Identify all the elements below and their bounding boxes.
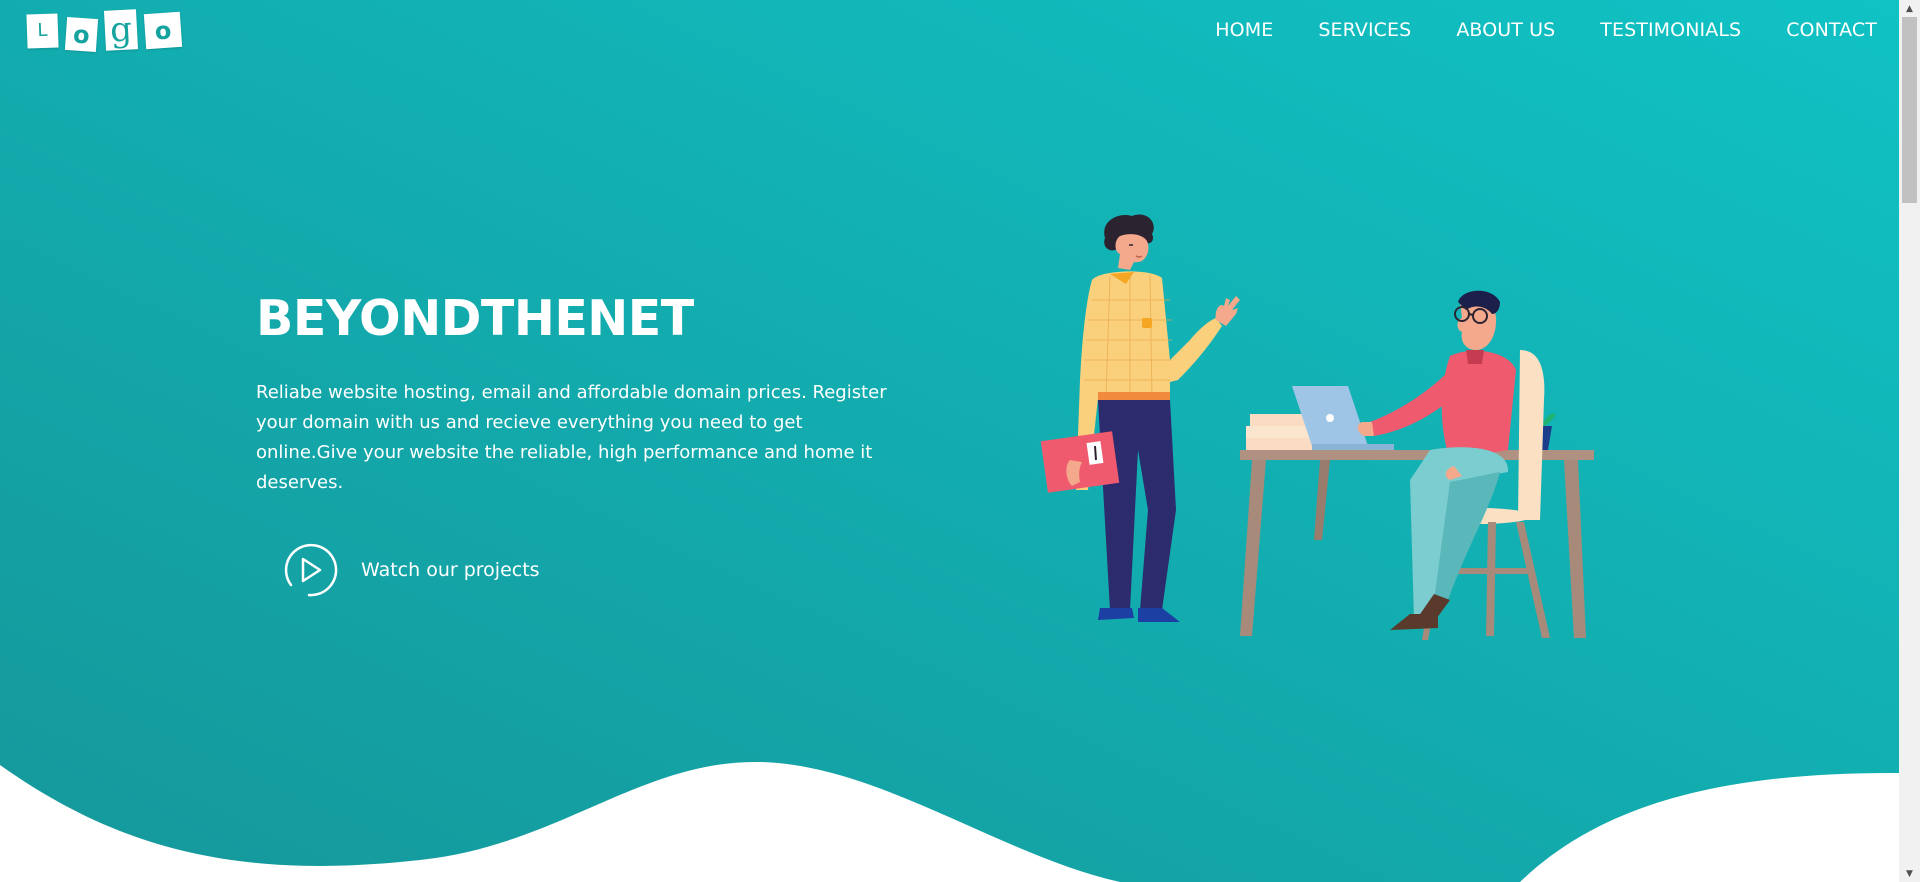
logo-letter: L bbox=[26, 13, 59, 49]
watch-projects-button[interactable]: Watch our projects bbox=[279, 540, 540, 600]
scroll-down-arrow-icon[interactable]: ▼ bbox=[1899, 865, 1920, 882]
play-circle-icon bbox=[284, 543, 338, 597]
nav-item-home[interactable]: HOME bbox=[1215, 19, 1273, 41]
scroll-up-arrow-icon[interactable]: ▲ bbox=[1899, 0, 1920, 17]
main-nav: HOME SERVICES ABOUT US TESTIMONIALS CONT… bbox=[1215, 19, 1877, 41]
scroll-thumb[interactable] bbox=[1902, 17, 1917, 203]
watch-projects-label: Watch our projects bbox=[361, 559, 540, 581]
nav-item-about-us[interactable]: ABOUT US bbox=[1456, 19, 1555, 41]
nav-item-services[interactable]: SERVICES bbox=[1318, 19, 1411, 41]
nav-item-testimonials[interactable]: TESTIMONIALS bbox=[1600, 19, 1741, 41]
page: L o g o HOME SERVICES ABOUT US TESTIMONI… bbox=[0, 0, 1899, 882]
hero-title: BEYONDTHENET bbox=[256, 290, 694, 347]
office-illustration bbox=[1040, 214, 1594, 640]
standing-man bbox=[1040, 214, 1240, 622]
logo-letter: g bbox=[103, 9, 139, 51]
seated-man bbox=[1357, 290, 1550, 640]
nav-item-contact[interactable]: CONTACT bbox=[1786, 19, 1877, 41]
hero-description: Reliabe website hosting, email and affor… bbox=[256, 382, 887, 493]
vertical-scrollbar[interactable]: ▲ ▼ bbox=[1899, 0, 1920, 882]
logo-letter: o bbox=[64, 16, 99, 53]
logo-letter: o bbox=[143, 11, 183, 50]
logo[interactable]: L o g o bbox=[26, 9, 183, 53]
